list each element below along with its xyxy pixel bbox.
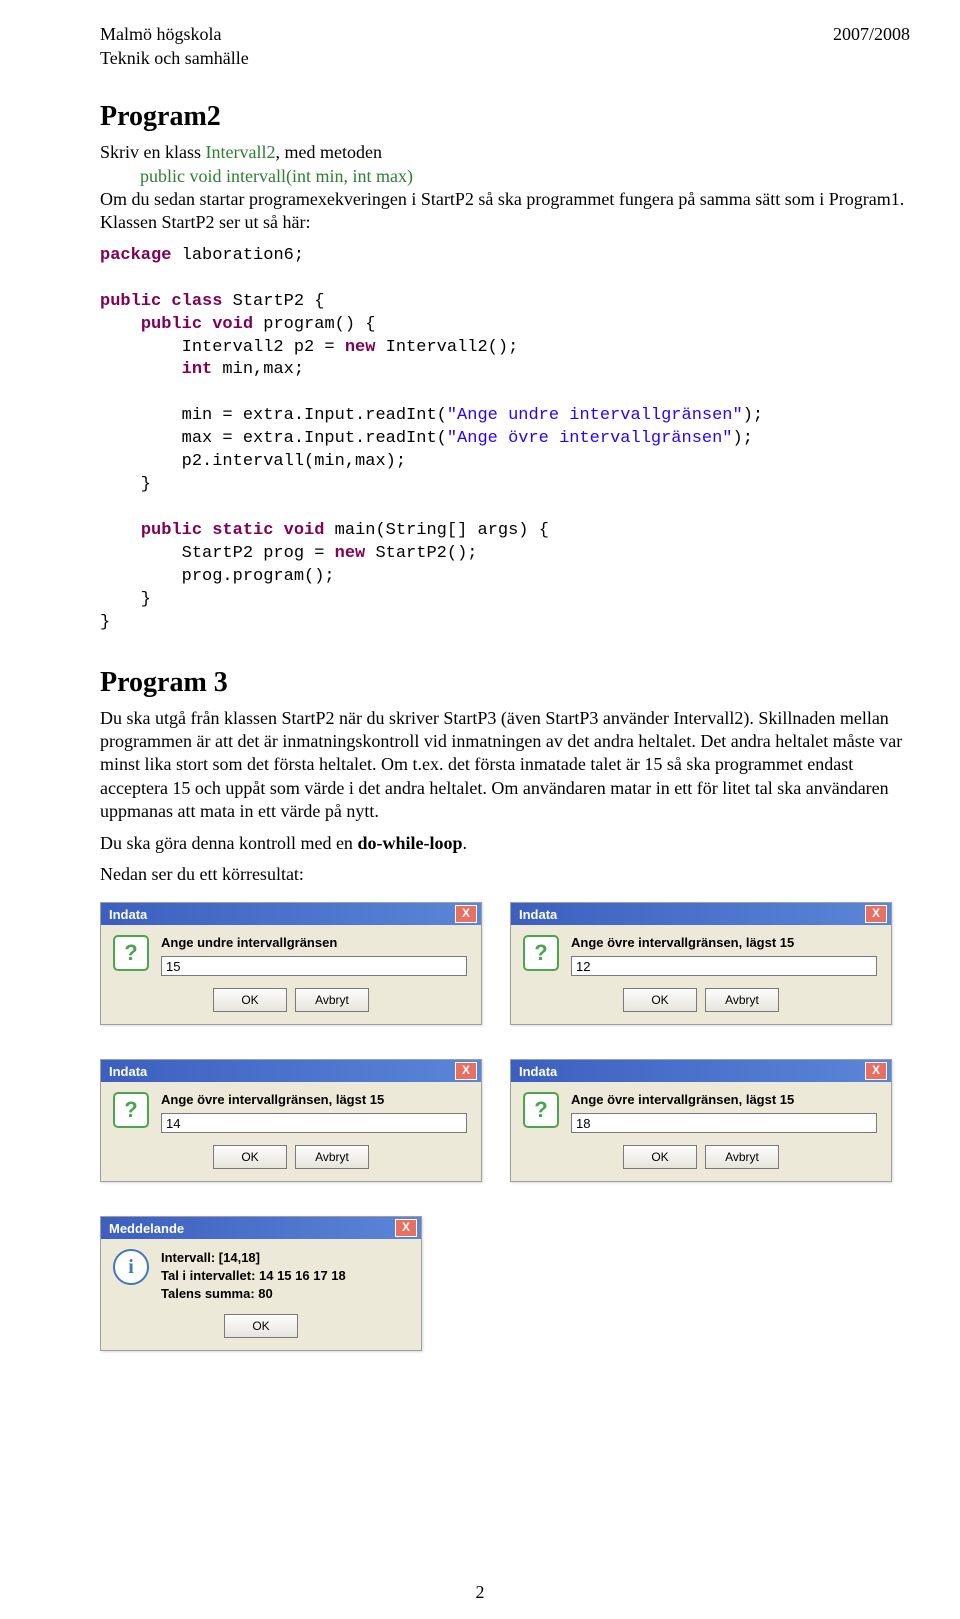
dialog-input[interactable] — [161, 1113, 467, 1133]
info-icon: i — [113, 1249, 149, 1285]
close-icon[interactable]: X — [455, 1062, 477, 1080]
program3-para3: Nedan ser du ett körresultat: — [100, 863, 910, 886]
program3-para1: Du ska utgå från klassen StartP2 när du … — [100, 707, 910, 824]
dialog-input[interactable] — [571, 1113, 877, 1133]
cancel-button[interactable]: Avbryt — [705, 988, 779, 1012]
close-icon[interactable]: X — [865, 905, 887, 923]
message-text: Intervall: [14,18] Tal i intervallet: 14… — [161, 1249, 407, 1302]
dialog-indata-1: Indata X ? Ange undre intervallgränsen O… — [100, 902, 482, 1025]
program3-para2: Du ska göra denna kontroll med en do-whi… — [100, 832, 910, 855]
ok-button[interactable]: OK — [623, 988, 697, 1012]
dialog-title: Indata — [109, 907, 147, 922]
header-left-1: Malmö högskola — [100, 24, 249, 46]
code-block: package laboration6; public class StartP… — [100, 245, 910, 635]
page-number: 2 — [0, 1582, 960, 1603]
method-signature: public void intervall(int min, int max) — [140, 165, 910, 188]
dialog-title: Indata — [519, 1064, 557, 1079]
close-icon[interactable]: X — [395, 1219, 417, 1237]
cancel-button[interactable]: Avbryt — [705, 1145, 779, 1169]
program3-title: Program 3 — [100, 667, 910, 699]
dialog-prompt: Ange undre intervallgränsen — [161, 935, 467, 950]
dialog-input[interactable] — [571, 956, 877, 976]
question-icon: ? — [113, 935, 149, 971]
program2-intro: Skriv en klass Intervall2, med metoden p… — [100, 141, 910, 235]
dialog-meddelande: Meddelande X i Intervall: [14,18] Tal i … — [100, 1216, 422, 1351]
dialog-prompt: Ange övre intervallgränsen, lägst 15 — [161, 1092, 467, 1107]
close-icon[interactable]: X — [455, 905, 477, 923]
header-left-2: Teknik och samhälle — [100, 48, 249, 70]
dialog-prompt: Ange övre intervallgränsen, lägst 15 — [571, 935, 877, 950]
question-icon: ? — [113, 1092, 149, 1128]
dialog-input[interactable] — [161, 956, 467, 976]
cancel-button[interactable]: Avbryt — [295, 1145, 369, 1169]
cancel-button[interactable]: Avbryt — [295, 988, 369, 1012]
ok-button[interactable]: OK — [213, 988, 287, 1012]
ok-button[interactable]: OK — [224, 1314, 298, 1338]
dialog-prompt: Ange övre intervallgränsen, lägst 15 — [571, 1092, 877, 1107]
dialog-indata-3: Indata X ? Ange övre intervallgränsen, l… — [100, 1059, 482, 1182]
header-right: 2007/2008 — [833, 24, 910, 69]
dialog-indata-2: Indata X ? Ange övre intervallgränsen, l… — [510, 902, 892, 1025]
dialog-title: Indata — [109, 1064, 147, 1079]
question-icon: ? — [523, 935, 559, 971]
dialog-title: Meddelande — [109, 1221, 184, 1236]
question-icon: ? — [523, 1092, 559, 1128]
dialog-title: Indata — [519, 907, 557, 922]
class-name-intervall2: Intervall2 — [206, 142, 276, 162]
ok-button[interactable]: OK — [623, 1145, 697, 1169]
program2-title: Program2 — [100, 101, 910, 133]
ok-button[interactable]: OK — [213, 1145, 287, 1169]
close-icon[interactable]: X — [865, 1062, 887, 1080]
dialog-indata-4: Indata X ? Ange övre intervallgränsen, l… — [510, 1059, 892, 1182]
